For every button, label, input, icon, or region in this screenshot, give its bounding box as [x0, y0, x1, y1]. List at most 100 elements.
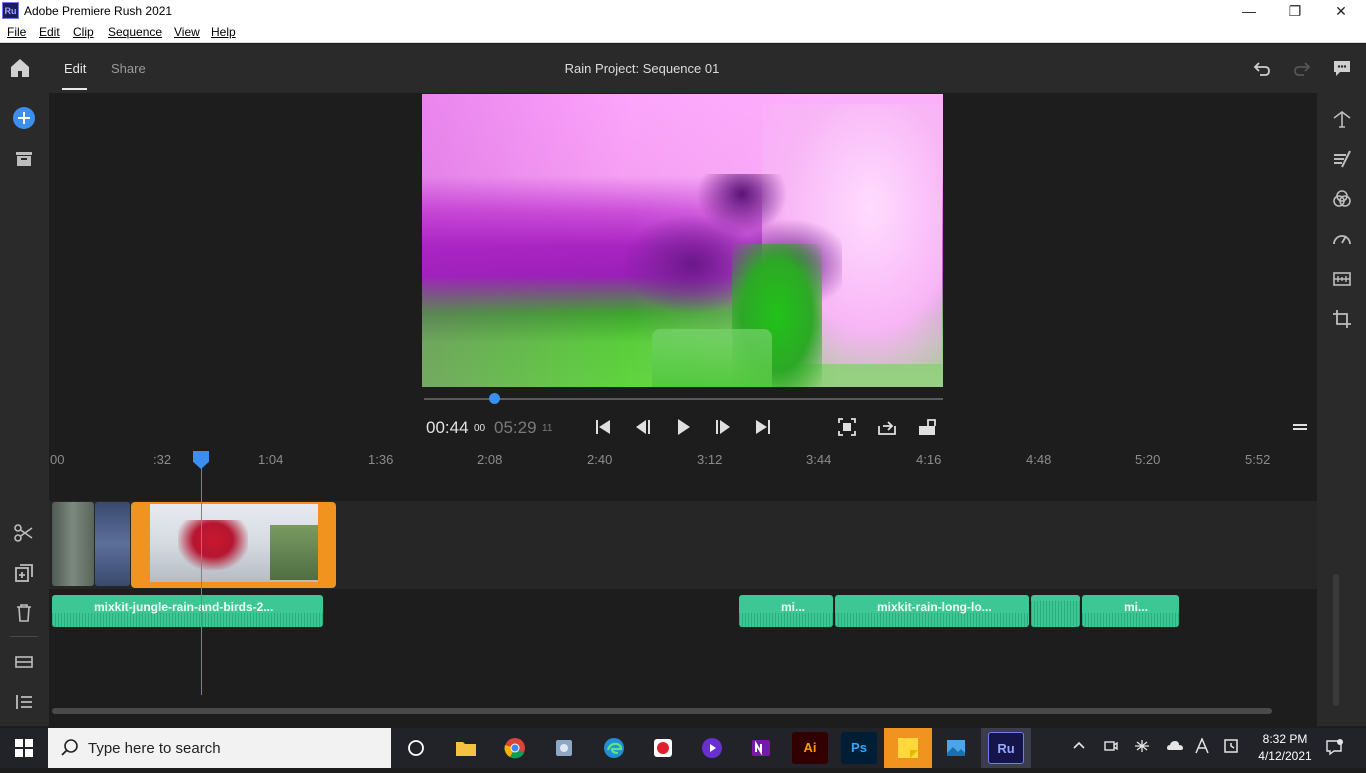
- audio-clip-label: mi...: [781, 600, 806, 614]
- toolbar-divider: [10, 636, 38, 637]
- photo-app-icon[interactable]: [546, 732, 582, 764]
- file-explorer-icon[interactable]: [448, 732, 484, 764]
- speed-icon[interactable]: [1330, 227, 1354, 251]
- preview-scrubber-handle[interactable]: [488, 393, 500, 404]
- delete-icon[interactable]: [12, 601, 36, 625]
- ruler-tick: 5:52: [1245, 452, 1271, 467]
- clock-app-icon[interactable]: [1221, 738, 1241, 758]
- start-button[interactable]: [0, 728, 48, 768]
- title-bar: Ru Adobe Premiere Rush 2021 — ❐ ✕: [0, 0, 1366, 22]
- input-language-icon[interactable]: [1192, 737, 1212, 758]
- audio-clip[interactable]: mixkit-rain-long-lo...: [835, 595, 1029, 627]
- show-hidden-icons-icon[interactable]: [1069, 738, 1089, 758]
- meet-now-icon[interactable]: [1101, 738, 1121, 758]
- podcast-app-icon[interactable]: [694, 732, 730, 764]
- aspect-ratio-icon[interactable]: [915, 416, 939, 438]
- audio-clip[interactable]: mi...: [1082, 595, 1179, 627]
- minimize-button[interactable]: —: [1226, 0, 1272, 22]
- playhead-line: [201, 467, 202, 695]
- add-media-button[interactable]: [12, 106, 36, 130]
- edge-icon[interactable]: [596, 732, 632, 764]
- timeline-menu-icon[interactable]: [1288, 416, 1312, 438]
- ruler-tick: 2:40: [587, 452, 613, 467]
- ruler-tick: 00: [50, 452, 65, 467]
- ruler-tick: :32: [153, 452, 172, 467]
- audio-waveform: [1031, 601, 1080, 627]
- feedback-icon[interactable]: [1330, 56, 1354, 80]
- search-placeholder: Type here to search: [88, 740, 221, 757]
- crop-transform-icon[interactable]: [1330, 307, 1354, 331]
- audio-icon[interactable]: [1330, 267, 1354, 291]
- fullscreen-icon[interactable]: [835, 416, 859, 438]
- duplicate-icon[interactable]: [12, 561, 36, 585]
- window-title: Adobe Premiere Rush 2021: [24, 4, 173, 18]
- ruler-tick: 2:08: [477, 452, 503, 467]
- ruler-tick: 1:36: [368, 452, 394, 467]
- track-controls-icon[interactable]: [12, 650, 36, 674]
- menu-edit[interactable]: Edit: [39, 25, 60, 39]
- duration-timecode: 05:29: [494, 418, 537, 437]
- network-icon[interactable]: [1132, 738, 1152, 758]
- video-clip[interactable]: [52, 502, 94, 586]
- preview-scrubber-track[interactable]: [424, 398, 943, 400]
- timeline-horizontal-scrollbar[interactable]: [52, 708, 1272, 714]
- clip-thumbnail-hedge: [270, 525, 318, 580]
- play-icon[interactable]: [671, 416, 695, 438]
- audio-clip[interactable]: mixkit-jungle-rain-and-birds-2...: [52, 595, 323, 627]
- go-to-start-icon[interactable]: [591, 416, 615, 438]
- split-scissors-icon[interactable]: [12, 521, 36, 545]
- sequence-title: Rain Project: Sequence 01: [564, 61, 720, 76]
- restore-button[interactable]: ❐: [1272, 0, 1318, 22]
- clip-thumbnail-flowers: [178, 520, 248, 570]
- duration-timecode-frames: 11: [542, 423, 553, 434]
- list-view-icon[interactable]: [12, 690, 36, 714]
- go-to-end-icon[interactable]: [751, 416, 775, 438]
- premiere-rush-icon: Ru: [988, 732, 1024, 764]
- video-clip[interactable]: [95, 502, 130, 586]
- app-header: Edit Share Rain Project: Sequence 01: [0, 44, 1366, 93]
- clock-date[interactable]: 4/12/2021: [1256, 749, 1314, 763]
- menu-file[interactable]: File: [7, 25, 26, 39]
- audio-clip[interactable]: mi...: [739, 595, 833, 627]
- audio-clip-label: mi...: [1124, 600, 1149, 614]
- onedrive-icon[interactable]: [1165, 738, 1185, 758]
- menu-help[interactable]: Help: [211, 25, 236, 39]
- redo-icon[interactable]: [1290, 56, 1314, 80]
- red-app-icon[interactable]: [645, 732, 681, 764]
- sticky-notes-app[interactable]: [884, 728, 932, 768]
- task-view-icon[interactable]: [398, 732, 434, 764]
- ruler-tick: 1:04: [258, 452, 284, 467]
- menu-sequence[interactable]: Sequence: [108, 25, 162, 39]
- onenote-icon[interactable]: [743, 732, 779, 764]
- ruler-tick: 4:48: [1026, 452, 1052, 467]
- menu-view[interactable]: View: [174, 25, 200, 39]
- audio-waveform: [52, 613, 323, 627]
- undo-icon[interactable]: [1250, 56, 1274, 80]
- audio-clip-label: mixkit-jungle-rain-and-birds-2...: [94, 600, 274, 614]
- notifications-icon[interactable]: [1324, 738, 1344, 760]
- menu-clip[interactable]: Clip: [73, 25, 94, 39]
- audio-waveform: [739, 613, 833, 627]
- search-icon: [60, 738, 80, 758]
- menu-bar: File Edit Clip Sequence View Help: [0, 22, 1366, 43]
- timeline-vertical-scrollbar[interactable]: [1333, 574, 1339, 706]
- photos-icon[interactable]: [938, 732, 974, 764]
- audio-clip[interactable]: [1031, 595, 1080, 627]
- chrome-icon[interactable]: [497, 732, 533, 764]
- title-text-icon[interactable]: [1330, 107, 1354, 131]
- step-back-icon[interactable]: [631, 416, 655, 438]
- photoshop-icon[interactable]: Ps: [841, 732, 877, 764]
- close-button[interactable]: ✕: [1318, 0, 1364, 22]
- step-forward-icon[interactable]: [711, 416, 735, 438]
- ruler-tick: 3:12: [697, 452, 723, 467]
- illustrator-icon[interactable]: Ai: [792, 732, 828, 764]
- video-preview: [422, 94, 943, 387]
- audio-waveform: [835, 613, 1029, 627]
- clock-time[interactable]: 8:32 PM: [1260, 732, 1310, 746]
- preview-vase: [652, 329, 772, 387]
- transitions-icon[interactable]: [1330, 147, 1354, 171]
- active-tab-indicator: [62, 88, 87, 90]
- export-frame-icon[interactable]: [875, 416, 899, 438]
- project-assets-icon[interactable]: [12, 147, 36, 171]
- color-icon[interactable]: [1330, 187, 1354, 211]
